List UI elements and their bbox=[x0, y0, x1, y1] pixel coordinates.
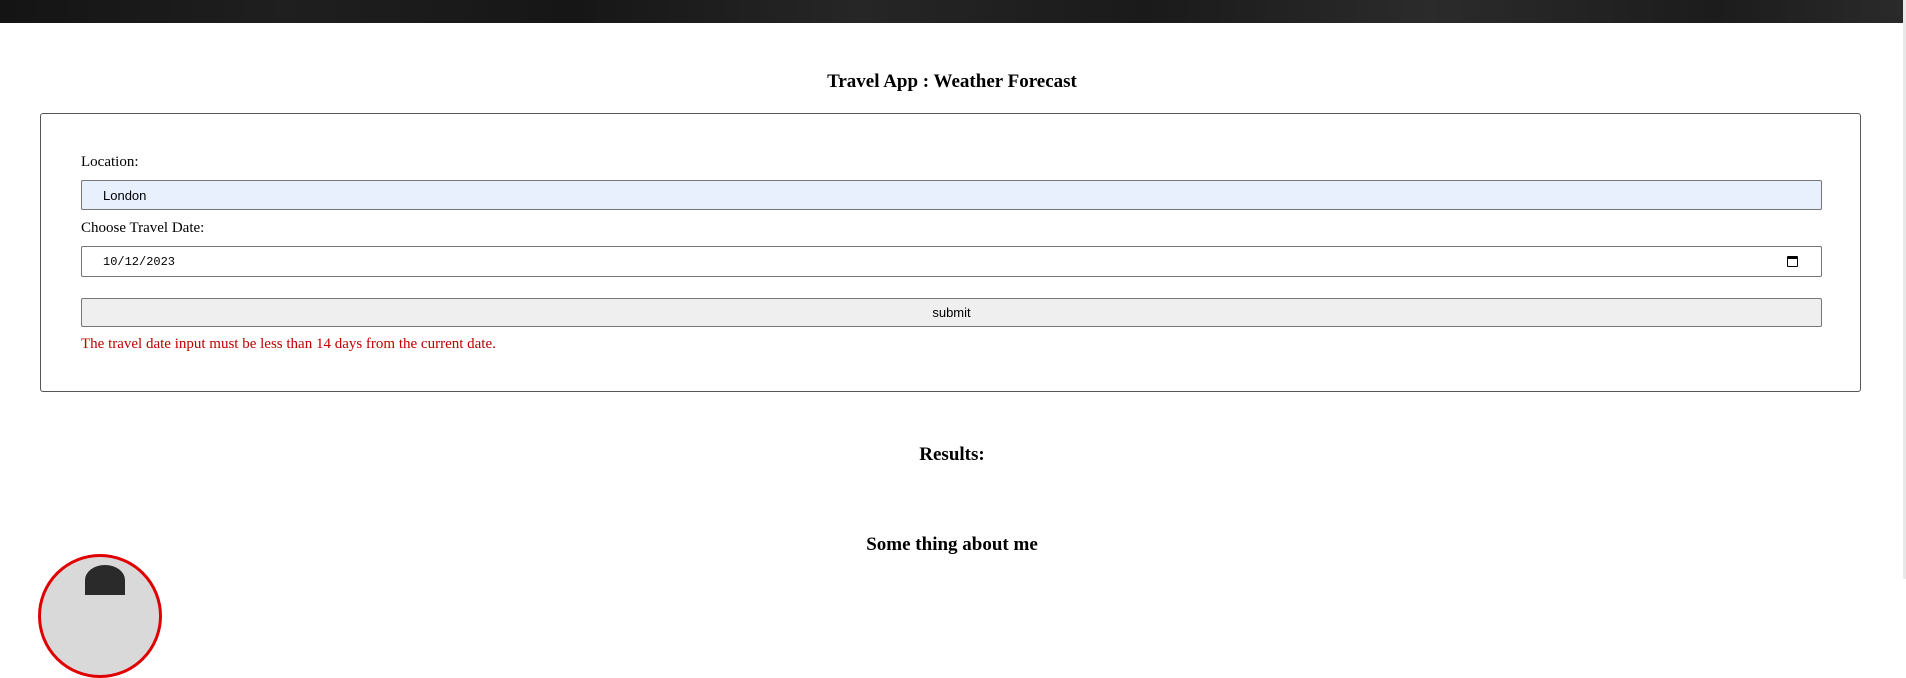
location-input[interactable] bbox=[81, 180, 1822, 210]
results-heading: Results: bbox=[919, 444, 985, 465]
forecast-form: Location: Choose Travel Date: 10/12/2023… bbox=[40, 113, 1861, 392]
submit-button[interactable]: submit bbox=[81, 298, 1822, 327]
calendar-icon[interactable] bbox=[1787, 256, 1798, 267]
about-heading: Some thing about me bbox=[866, 534, 1038, 555]
travel-date-value: 10/12/2023 bbox=[103, 255, 176, 269]
avatar-photo bbox=[85, 565, 125, 595]
validation-error-message: The travel date input must be less than … bbox=[81, 336, 496, 352]
page-title: Travel App : Weather Forecast bbox=[827, 71, 1077, 92]
header-background-image bbox=[0, 0, 1906, 23]
location-label: Location: bbox=[81, 154, 139, 170]
travel-date-input[interactable]: 10/12/2023 bbox=[81, 246, 1822, 277]
travel-date-label: Choose Travel Date: bbox=[81, 220, 205, 236]
avatar bbox=[38, 554, 162, 678]
